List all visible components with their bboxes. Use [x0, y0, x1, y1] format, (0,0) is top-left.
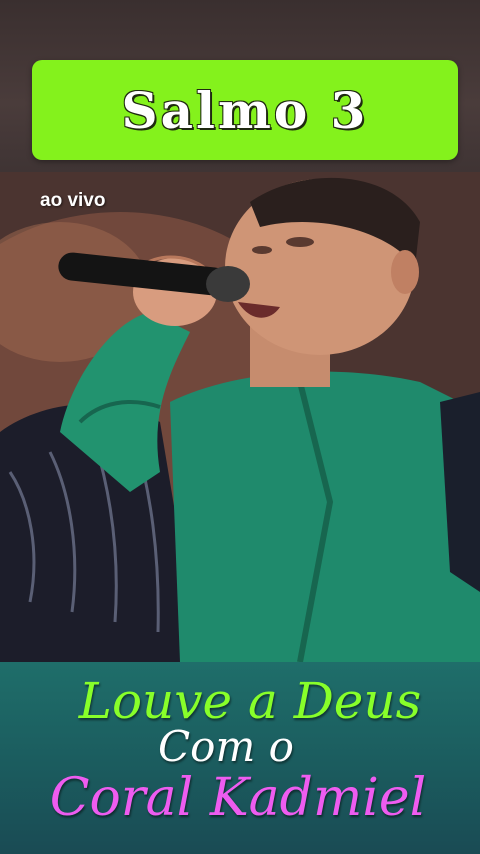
singer-illustration: [0, 172, 480, 662]
caption-line-2: Com o: [158, 722, 294, 771]
title-banner: Salmo 3: [32, 60, 458, 160]
caption-line-3: Coral Kadmiel: [49, 768, 427, 828]
live-label: ao vivo: [40, 190, 106, 211]
title-text: Salmo 3: [121, 80, 369, 140]
singer-photo: [0, 172, 480, 662]
